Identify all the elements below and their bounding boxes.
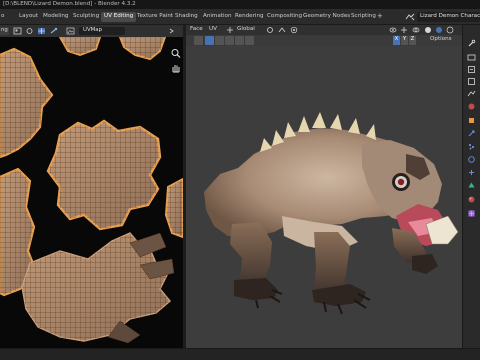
uv-editor-mode-field[interactable]: ng <box>0 27 9 35</box>
uv-map-icon[interactable] <box>37 27 46 35</box>
mirror-x-toggle[interactable]: X <box>393 36 400 45</box>
material-icon[interactable] <box>467 195 476 204</box>
shading-rendered-icon[interactable] <box>446 26 454 34</box>
physics-icon[interactable] <box>467 155 476 164</box>
menu-item-truncated[interactable]: o <box>1 13 4 19</box>
mirror-y-toggle[interactable]: Y <box>401 36 408 45</box>
window-titlebar: [D:\BLEND\Lizard Demon.blend] - Blender … <box>0 0 480 9</box>
transform-orientation-icon <box>227 27 233 33</box>
transform-orientation-dropdown[interactable]: Global <box>237 26 255 32</box>
properties-tabs <box>462 25 480 348</box>
world-icon[interactable] <box>467 102 476 111</box>
tab-shading[interactable]: Shading <box>172 12 201 22</box>
snap-icon[interactable] <box>278 26 286 34</box>
texture-icon[interactable] <box>467 209 476 218</box>
scene-icon[interactable] <box>404 12 416 22</box>
tab-compositing[interactable]: Compositing <box>264 12 305 22</box>
tab-sculpting[interactable]: Sculpting <box>70 12 102 22</box>
output-icon[interactable] <box>467 65 476 74</box>
viewport-header: Face UV Global <box>186 25 462 35</box>
mirror-z-toggle[interactable]: Z <box>409 36 416 45</box>
vertex-select-button[interactable] <box>205 36 214 45</box>
viewport-toolbar: X Y Z Options <box>186 35 462 46</box>
tab-layout[interactable]: Layout <box>16 12 41 22</box>
uv-editor-header: ng UVMap <box>0 25 183 37</box>
tab-texture-paint[interactable]: Texture Paint <box>134 12 176 22</box>
proportional-editing-icon[interactable] <box>290 26 298 34</box>
tab-animation[interactable]: Animation <box>200 12 235 22</box>
uv-select-mode-icon[interactable] <box>13 27 22 35</box>
window-title: [D:\BLEND\Lizard Demon.blend] - Blender … <box>3 1 136 7</box>
status-bar <box>0 348 480 360</box>
scene-name-field[interactable]: Lizard Demon Character <box>417 12 480 22</box>
3d-viewport[interactable]: Face UV Global X Y Z Options <box>186 25 462 348</box>
tool-icon[interactable] <box>467 39 476 48</box>
pivot-icon[interactable] <box>266 26 274 34</box>
invert-select-button[interactable] <box>245 36 254 45</box>
image-browse-icon[interactable] <box>66 27 75 35</box>
overlays-icon[interactable] <box>412 26 420 34</box>
extend-select-button[interactable] <box>235 36 244 45</box>
uv-canvas[interactable] <box>0 37 183 348</box>
scene-icon[interactable] <box>467 89 476 98</box>
topbar: o Layout Modeling Sculpting UV Editing T… <box>0 9 480 25</box>
sticky-selection-icon[interactable] <box>25 27 34 35</box>
edge-select-button[interactable] <box>215 36 224 45</box>
menu-face[interactable]: Face <box>190 26 203 32</box>
uv-editor[interactable]: ng UVMap <box>0 25 183 348</box>
modifier-icon[interactable] <box>467 129 476 138</box>
sidebar-toggle-icon[interactable] <box>168 27 177 35</box>
shading-solid-icon[interactable] <box>424 26 432 34</box>
pin-icon[interactable] <box>49 27 58 35</box>
uv-map-selector[interactable]: UVMap <box>79 27 125 35</box>
viewport-scene[interactable] <box>186 46 462 348</box>
menu-uv[interactable]: UV <box>209 26 217 32</box>
tab-geometry-nodes[interactable]: Geometry Nodes <box>300 12 353 22</box>
view-layer-icon[interactable] <box>467 77 476 86</box>
constraints-icon[interactable] <box>467 168 476 177</box>
select-box-button[interactable] <box>194 36 203 45</box>
object-icon[interactable] <box>467 116 476 125</box>
tab-uv-editing[interactable]: UV Editing <box>101 12 137 22</box>
tab-scripting[interactable]: Scripting <box>348 12 379 22</box>
data-icon[interactable] <box>467 181 476 190</box>
tab-modeling[interactable]: Modeling <box>40 12 71 22</box>
tab-rendering[interactable]: Rendering <box>232 12 267 22</box>
visibility-icon[interactable] <box>389 26 397 34</box>
add-workspace-button[interactable]: + <box>377 12 383 20</box>
zoom-icon[interactable] <box>170 48 182 58</box>
options-dropdown[interactable]: Options <box>430 36 452 42</box>
uv-navigation <box>169 39 182 99</box>
particles-icon[interactable] <box>467 142 476 151</box>
viewport-gizmos-icon[interactable] <box>400 26 408 34</box>
shading-material-icon[interactable] <box>435 26 443 34</box>
face-select-button[interactable] <box>225 36 234 45</box>
pan-hand-icon[interactable] <box>170 63 182 73</box>
render-icon[interactable] <box>467 53 476 62</box>
